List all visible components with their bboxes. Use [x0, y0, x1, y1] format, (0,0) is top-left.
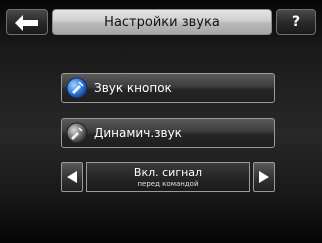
previous-option-button[interactable]: [61, 162, 83, 192]
button-sound-icon: [66, 77, 88, 99]
arrow-left-icon: [67, 171, 77, 183]
signal-selector: Вкл. сигнал перед командой: [86, 162, 250, 192]
signal-selector-subtitle: перед командой: [137, 180, 199, 188]
dynamic-sound-icon: [66, 122, 88, 144]
next-option-button[interactable]: [253, 162, 275, 192]
header: Настройки звука ?: [0, 0, 322, 44]
arrow-right-icon: [259, 171, 269, 183]
dynamic-sound-toggle[interactable]: Динамич.звук: [61, 118, 275, 148]
back-button[interactable]: [6, 9, 48, 35]
dynamic-sound-label: Динамич.звук: [94, 126, 182, 140]
sound-settings-screen: Настройки звука ? Звук кнопок Динамич.зв…: [0, 0, 322, 243]
button-sound-toggle[interactable]: Звук кнопок: [61, 73, 275, 103]
button-sound-label: Звук кнопок: [94, 81, 172, 95]
signal-selector-value: Вкл. сигнал: [133, 166, 203, 179]
help-icon: ?: [291, 14, 301, 30]
page-title-text: Настройки звука: [104, 14, 220, 30]
page-title: Настройки звука: [52, 9, 272, 35]
help-button[interactable]: ?: [276, 9, 316, 35]
back-arrow-icon: [15, 15, 38, 31]
